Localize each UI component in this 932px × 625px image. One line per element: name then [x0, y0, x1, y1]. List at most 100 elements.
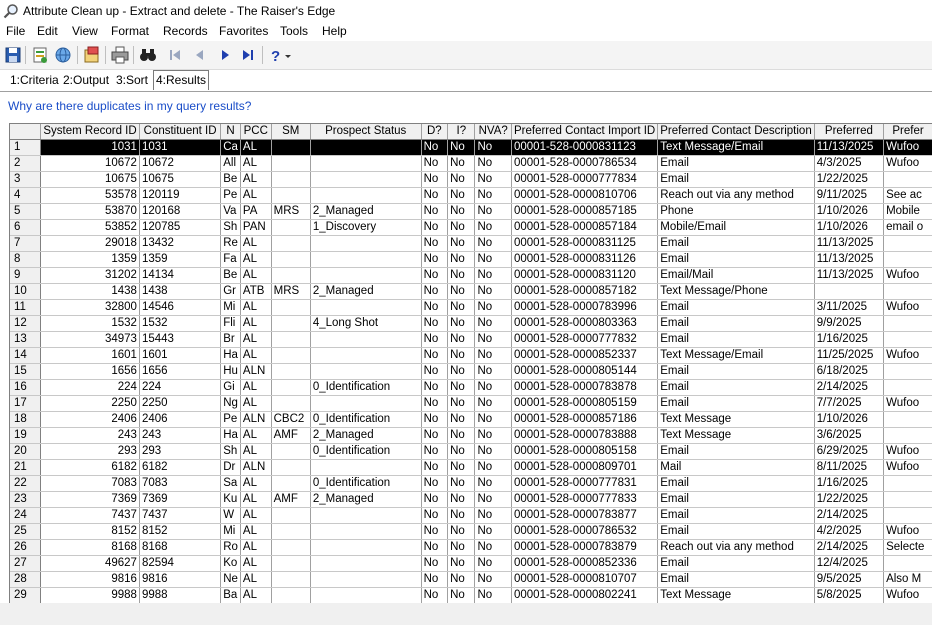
table-cell[interactable] — [310, 267, 422, 284]
table-cell[interactable]: No — [421, 267, 449, 284]
table-cell[interactable]: 1359 — [40, 251, 140, 268]
table-cell[interactable]: No — [421, 203, 449, 220]
table-cell[interactable] — [271, 571, 311, 588]
table-cell[interactable]: 00001-528-0000831120 — [511, 267, 659, 284]
table-cell[interactable]: AL — [240, 331, 272, 348]
table-cell[interactable]: No — [447, 139, 476, 156]
table-cell[interactable]: No — [421, 411, 449, 428]
table-cell[interactable]: Sa — [220, 475, 241, 492]
table-cell[interactable] — [271, 555, 311, 572]
table-cell[interactable] — [271, 267, 311, 284]
menu-edit[interactable]: Edit — [37, 24, 58, 38]
table-cell[interactable]: 1/22/2025 — [814, 491, 885, 508]
table-cell[interactable] — [310, 523, 422, 540]
row-number[interactable]: 26 — [10, 539, 42, 556]
column-header[interactable]: System Record ID — [40, 124, 140, 140]
table-cell[interactable]: No — [447, 251, 476, 268]
table-cell[interactable]: 224 — [139, 379, 222, 396]
column-header[interactable]: Preferred Contact Description — [657, 124, 815, 140]
table-cell[interactable] — [271, 363, 311, 380]
table-cell[interactable] — [310, 395, 422, 412]
table-cell[interactable]: Re — [220, 235, 241, 252]
table-cell[interactable]: 00001-528-0000831125 — [511, 235, 659, 252]
table-cell[interactable]: 2250 — [40, 395, 140, 412]
table-cell[interactable]: 00001-528-0000831123 — [511, 139, 659, 156]
table-cell[interactable]: 00001-528-0000805144 — [511, 363, 659, 380]
table-cell[interactable]: Va — [220, 203, 241, 220]
row-number[interactable]: 28 — [10, 571, 42, 588]
table-cell[interactable]: Email — [657, 475, 815, 492]
table-cell[interactable]: 00001-528-0000783877 — [511, 507, 659, 524]
table-cell[interactable]: 00001-528-0000805158 — [511, 443, 659, 460]
table-cell[interactable]: No — [474, 203, 512, 220]
row-number[interactable]: 3 — [10, 171, 42, 188]
table-cell[interactable]: 2_Managed — [310, 283, 422, 300]
table-cell[interactable]: No — [474, 379, 512, 396]
table-cell[interactable]: No — [447, 443, 476, 460]
table-cell[interactable]: 00001-528-0000857182 — [511, 283, 659, 300]
table-cell[interactable]: All — [220, 155, 241, 172]
table-cell[interactable]: 82594 — [139, 555, 222, 572]
table-cell[interactable] — [883, 427, 932, 444]
table-cell[interactable]: No — [447, 539, 476, 556]
table-cell[interactable]: 53852 — [40, 219, 140, 236]
table-cell[interactable]: No — [421, 475, 449, 492]
table-cell[interactable]: See ac — [883, 187, 932, 204]
table-cell[interactable] — [310, 251, 422, 268]
table-cell[interactable]: No — [447, 187, 476, 204]
table-cell[interactable]: 9/9/2025 — [814, 315, 885, 332]
dropdown-arrow-icon[interactable] — [282, 45, 294, 65]
table-cell[interactable]: Email — [657, 171, 815, 188]
row-number[interactable]: 10 — [10, 283, 42, 300]
row-number[interactable]: 25 — [10, 523, 42, 540]
table-cell[interactable]: email o — [883, 219, 932, 236]
table-cell[interactable]: No — [447, 571, 476, 588]
table-cell[interactable] — [271, 299, 311, 316]
row-number[interactable]: 13 — [10, 331, 42, 348]
table-cell[interactable]: 1/10/2026 — [814, 219, 885, 236]
table-cell[interactable]: Ro — [220, 539, 241, 556]
table-cell[interactable]: 7369 — [139, 491, 222, 508]
table-cell[interactable] — [814, 283, 885, 300]
table-cell[interactable]: No — [421, 555, 449, 572]
table-cell[interactable]: Wufoo — [883, 347, 932, 364]
row-number[interactable]: 24 — [10, 507, 42, 524]
table-cell[interactable]: Email — [657, 251, 815, 268]
table-cell[interactable] — [883, 379, 932, 396]
table-cell[interactable]: 10672 — [40, 155, 140, 172]
table-cell[interactable]: 120119 — [139, 187, 222, 204]
table-cell[interactable]: No — [474, 475, 512, 492]
table-cell[interactable]: 1532 — [40, 315, 140, 332]
table-cell[interactable]: 00001-528-0000777834 — [511, 171, 659, 188]
table-cell[interactable]: Text Message/Email — [657, 347, 815, 364]
table-cell[interactable]: Wufoo — [883, 395, 932, 412]
table-cell[interactable] — [310, 347, 422, 364]
table-cell[interactable]: 00001-528-0000803363 — [511, 315, 659, 332]
table-cell[interactable]: 8/11/2025 — [814, 459, 885, 476]
table-cell[interactable]: 9/11/2025 — [814, 187, 885, 204]
table-cell[interactable]: No — [474, 171, 512, 188]
table-cell[interactable]: 1438 — [40, 283, 140, 300]
table-cell[interactable]: No — [447, 379, 476, 396]
column-header[interactable]: SM — [271, 124, 311, 140]
column-header[interactable]: Constituent ID — [139, 124, 222, 140]
table-cell[interactable]: 2250 — [139, 395, 222, 412]
table-cell[interactable]: 53578 — [40, 187, 140, 204]
table-cell[interactable]: No — [447, 155, 476, 172]
table-cell[interactable]: No — [474, 411, 512, 428]
table-cell[interactable]: AL — [240, 139, 272, 156]
table-cell[interactable]: AL — [240, 395, 272, 412]
table-cell[interactable]: No — [447, 507, 476, 524]
table-cell[interactable]: No — [474, 267, 512, 284]
table-cell[interactable]: 9816 — [40, 571, 140, 588]
table-cell[interactable] — [310, 171, 422, 188]
table-cell[interactable]: Email — [657, 443, 815, 460]
table-cell[interactable]: No — [447, 219, 476, 236]
tab-results[interactable]: 4:Results — [153, 70, 210, 90]
table-cell[interactable]: Sh — [220, 443, 241, 460]
table-cell[interactable]: No — [474, 331, 512, 348]
row-number[interactable]: 11 — [10, 299, 42, 316]
table-cell[interactable] — [310, 363, 422, 380]
previous-record-icon[interactable] — [190, 45, 210, 65]
table-cell[interactable]: 9988 — [139, 587, 222, 604]
